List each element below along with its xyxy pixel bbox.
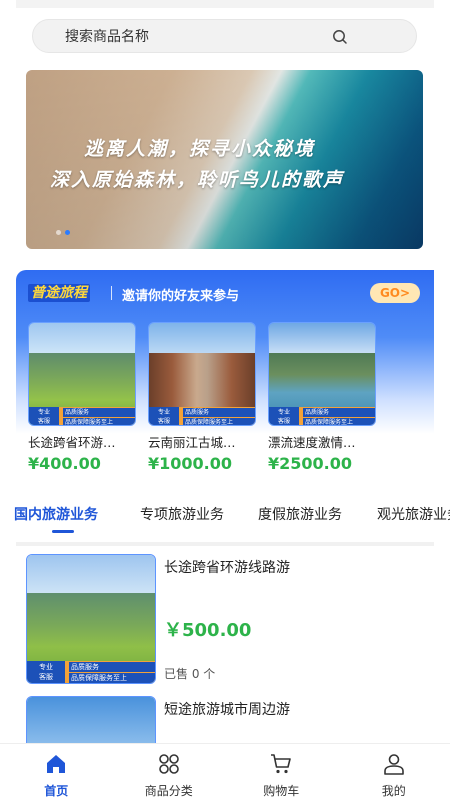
nav-category-label: 商品分类 xyxy=(144,784,193,798)
nav-mine-label: 我的 xyxy=(381,784,406,798)
card-bar-top: 品质服务 xyxy=(303,408,375,417)
nav-home[interactable]: 首页 xyxy=(0,744,113,800)
product-thumbnail: 专业客服 品质服务 品质保障服务至上 xyxy=(26,554,156,684)
product-sold-count: 已售 0 个 xyxy=(164,667,216,681)
search-icon[interactable] xyxy=(331,28,349,46)
product-title: 长途跨省环游线路游 xyxy=(164,560,290,576)
nav-category[interactable]: 商品分类 xyxy=(113,744,226,800)
card-badge-bottom: 客服 xyxy=(277,418,290,425)
card-bar-bottom: 品质保障服务至上 xyxy=(303,418,375,425)
product-price: ￥500.00 xyxy=(164,620,252,641)
card-badge-top: 专业 xyxy=(277,409,290,416)
home-icon xyxy=(47,755,66,773)
card-badge-top: 专业 xyxy=(157,409,170,416)
promo-card[interactable]: 专业客服 品质服务 品质保障服务至上 漂流速度激情… ¥2500.00 xyxy=(268,322,376,473)
section-divider xyxy=(16,542,434,546)
search-bar[interactable]: 搜索商品名称 xyxy=(32,19,417,53)
promo-card-image: 专业客服 品质服务 品质保障服务至上 xyxy=(28,322,136,426)
cart-icon xyxy=(271,754,292,774)
product-title: 短途旅游城市周边游 xyxy=(164,702,290,718)
nav-cart-label: 购物车 xyxy=(263,784,300,798)
carousel-dot[interactable] xyxy=(56,230,61,235)
tab-special[interactable]: 专项旅游业务 xyxy=(140,504,224,524)
tab-domestic[interactable]: 国内旅游业务 xyxy=(14,504,98,524)
product-bar-top: 品质服务 xyxy=(69,662,155,672)
carousel-indicator xyxy=(56,230,70,235)
tab-sightseeing[interactable]: 观光旅游业务 xyxy=(377,504,450,524)
card-badge-bottom: 客服 xyxy=(157,418,170,425)
card-bar-bottom: 品质保障服务至上 xyxy=(183,418,255,425)
promo-card[interactable]: 专业客服 品质服务 品质保障服务至上 长途跨省环游… ¥400.00 xyxy=(28,322,136,473)
product-badge-top: 专业 xyxy=(39,663,53,671)
nav-home-label: 首页 xyxy=(44,784,69,798)
carousel-dot-active[interactable] xyxy=(65,230,70,235)
promo-divider xyxy=(111,286,112,300)
promo-card-image: 专业客服 品质服务 品质保障服务至上 xyxy=(268,322,376,426)
invite-text: 邀请你的好友来参与 xyxy=(122,289,240,304)
promo-card-name: 云南丽江古城… xyxy=(148,435,236,450)
category-tabs: 国内旅游业务 专项旅游业务 度假旅游业务 观光旅游业务 xyxy=(14,500,450,534)
banner-carousel[interactable]: 逃离人潮，探寻小众秘境 深入原始森林，聆听鸟儿的歌声 xyxy=(26,70,423,249)
promo-card-price: ¥1000.00 xyxy=(148,454,233,473)
card-bar-top: 品质服务 xyxy=(63,408,135,417)
promo-card-image: 专业客服 品质服务 品质保障服务至上 xyxy=(148,322,256,426)
top-divider xyxy=(16,0,434,8)
promo-card[interactable]: 专业客服 品质服务 品质保障服务至上 云南丽江古城… ¥1000.00 xyxy=(148,322,256,473)
promo-card-price: ¥2500.00 xyxy=(268,454,353,473)
card-bar-bottom: 品质保障服务至上 xyxy=(63,418,135,425)
promo-panel: 普途旅程 邀请你的好友来参与 GO> 专业 客服 品质服务 品质保障服务至上 长途跨… xyxy=(16,270,434,480)
banner-headline-1: 逃离人潮，探寻小众秘境 xyxy=(84,138,316,160)
product-bar-bottom: 品质保障服务至上 xyxy=(69,673,155,683)
promo-card-name: 长途跨省环游… xyxy=(28,435,116,450)
card-badge-top: 专业 xyxy=(37,409,50,416)
banner-headline-2: 深入原始森林，聆听鸟儿的歌声 xyxy=(50,169,345,191)
promo-card-name: 漂流速度激情… xyxy=(268,435,356,450)
active-tab-indicator xyxy=(52,530,74,533)
product-badge-bottom: 客服 xyxy=(39,673,53,681)
card-bar-top: 品质服务 xyxy=(183,408,255,417)
bottom-navigation: 首页 商品分类 购物车 我的 xyxy=(0,743,450,800)
nav-cart[interactable]: 购物车 xyxy=(225,744,338,800)
brand-logo: 普途旅程 xyxy=(28,284,90,302)
card-badge-bottom: 客服 xyxy=(37,418,50,425)
user-icon xyxy=(383,754,404,775)
nav-mine[interactable]: 我的 xyxy=(338,744,450,800)
search-placeholder: 搜索商品名称 xyxy=(65,29,149,45)
tab-vacation[interactable]: 度假旅游业务 xyxy=(258,504,342,524)
promo-card-price: ¥400.00 xyxy=(28,454,101,473)
category-icon xyxy=(158,754,179,774)
go-button[interactable]: GO> xyxy=(370,283,420,303)
